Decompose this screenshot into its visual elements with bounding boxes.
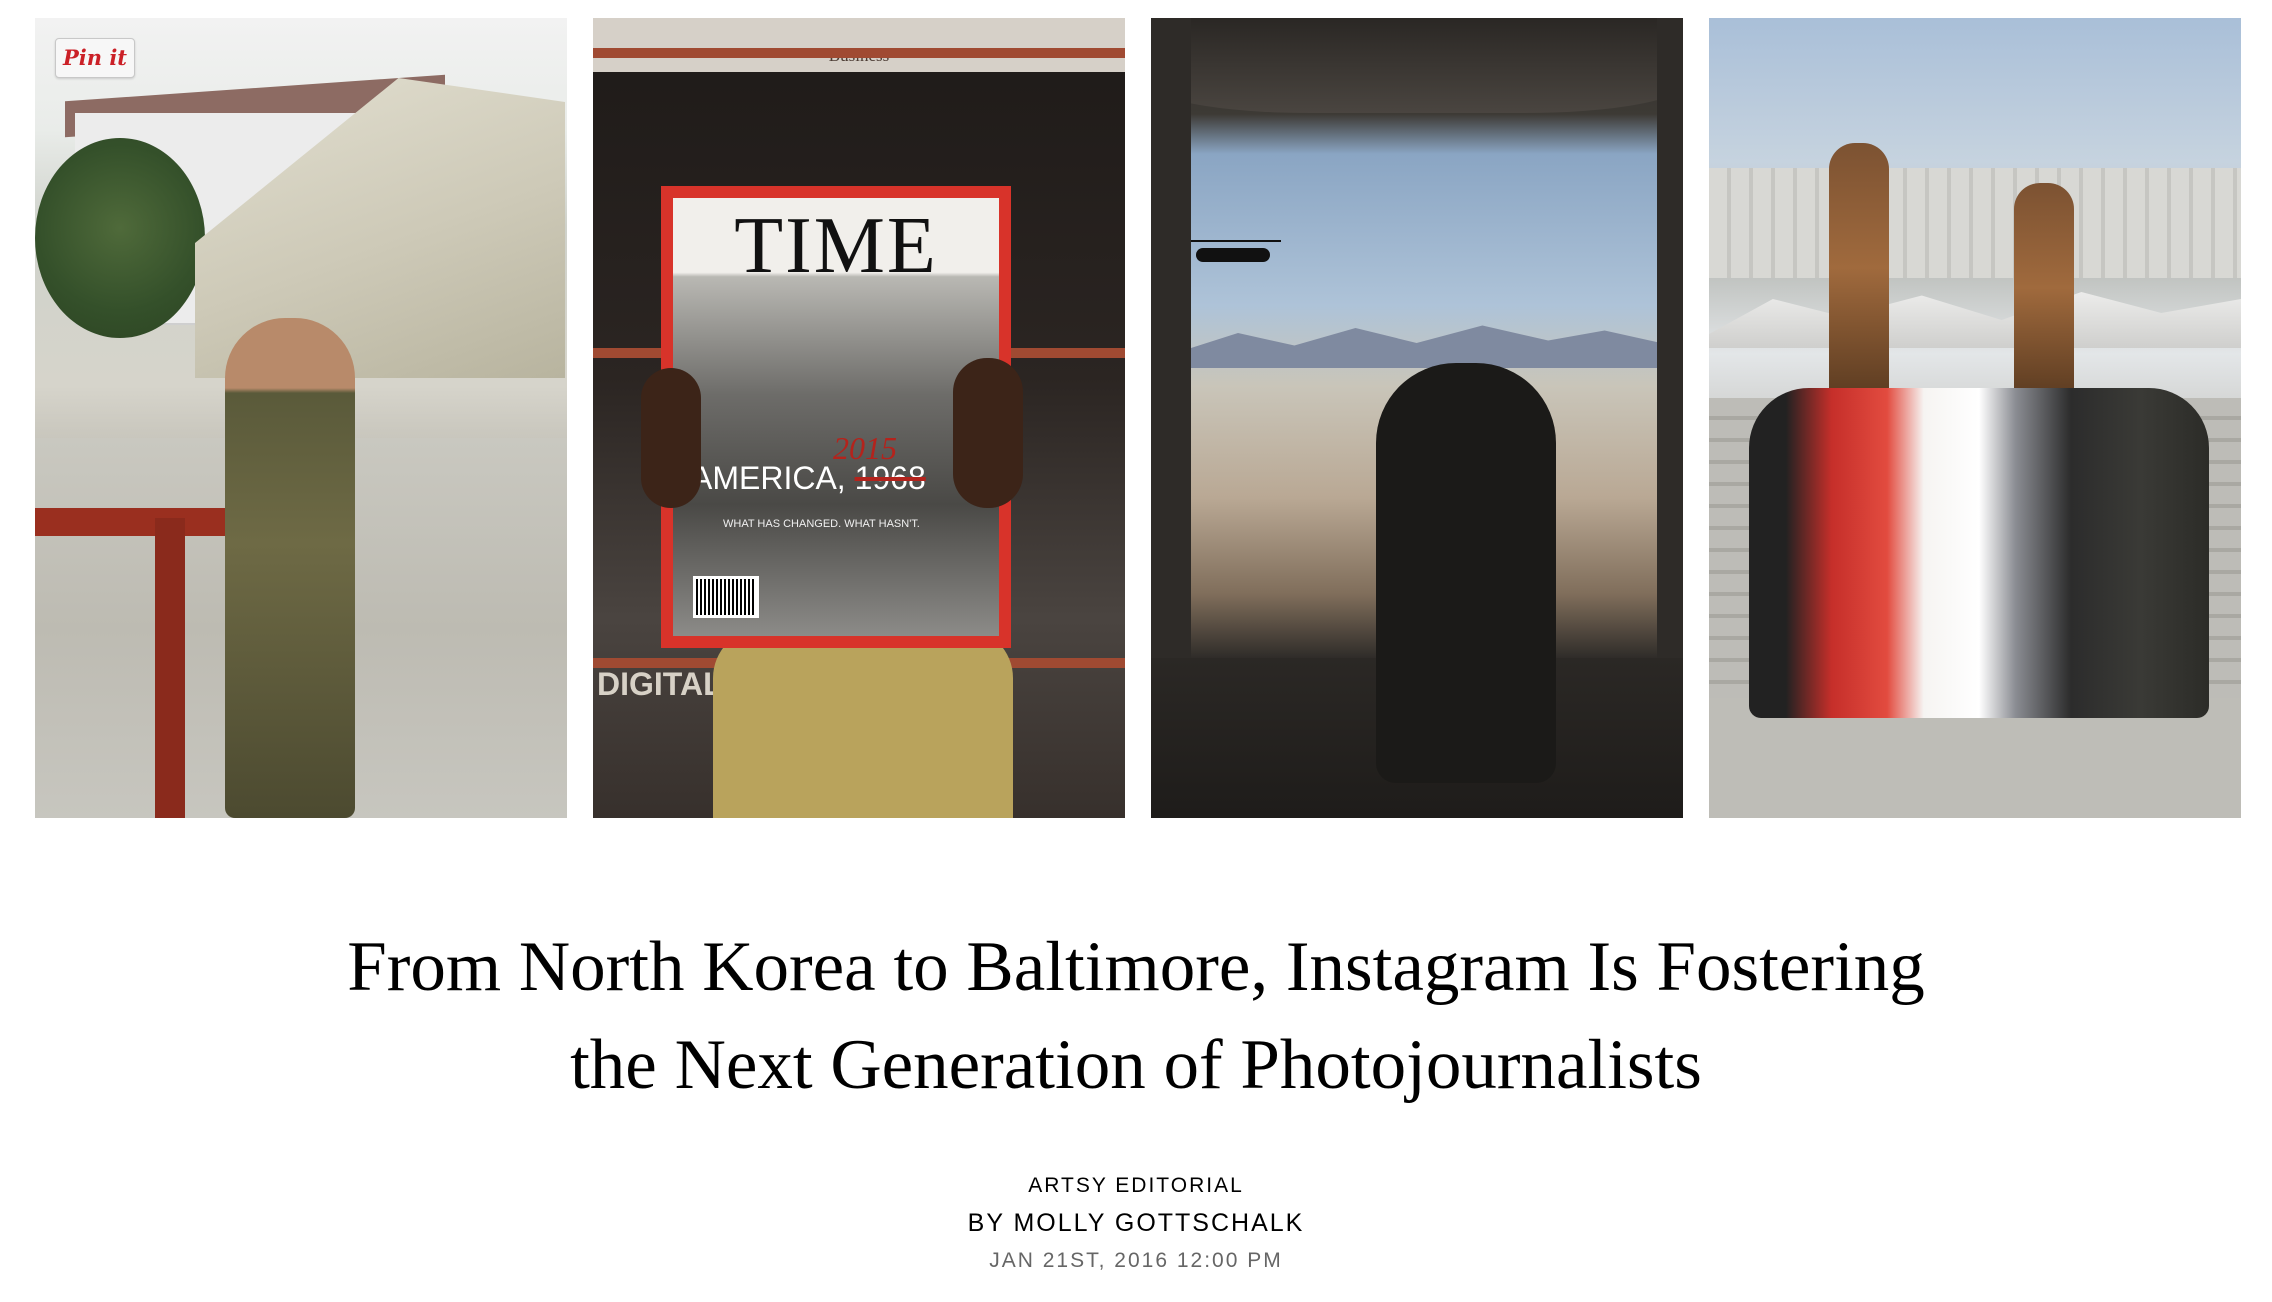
helicopter-rotor <box>1181 240 1281 242</box>
photo-soldier-offering: Pin it <box>35 18 567 818</box>
shelf <box>593 48 1125 58</box>
publish-date: JAN 21ST, 2016 12:00 PM <box>989 1249 1283 1272</box>
bronze-statue <box>1829 143 1889 393</box>
mountains <box>1191 325 1661 368</box>
pin-it-button[interactable]: Pin it <box>55 38 135 78</box>
tree <box>35 138 205 338</box>
article-headline: From North Korea to Baltimore, Instagram… <box>0 918 2272 1114</box>
magazine-headline: AMERICA, 1968 <box>691 460 926 497</box>
shelf-label: Business <box>593 18 1125 72</box>
article-byline: ARTSY EDITORIAL BY MOLLY GOTTSCHALK JAN … <box>0 1168 2272 1280</box>
photo-time-magazine: Business DIGITAL PHOTOGRAPHY TIME 2015 A… <box>593 18 1125 818</box>
wedding-party <box>1749 388 2209 718</box>
hero-image-strip: Pin it Business DIGITAL PHOTOGRAPHY TIME… <box>0 18 2272 818</box>
red-post <box>155 518 185 818</box>
headline-line-1: From North Korea to Baltimore, Instagram… <box>347 928 1925 1006</box>
hand-left <box>641 368 701 508</box>
red-railing <box>35 508 235 536</box>
soldier-figure <box>225 318 355 818</box>
headline-line-2: the Next Generation of Photojournalists <box>570 1026 1702 1104</box>
article-source: ARTSY EDITORIAL <box>1028 1174 1244 1197</box>
magazine-title: TIME <box>734 202 938 290</box>
soldier-silhouette <box>1376 363 1556 783</box>
magazine-photo: TIME 2015 AMERICA, 1968 WHAT HAS CHANGED… <box>673 198 999 636</box>
photo-helicopter-ramp <box>1151 18 1683 818</box>
helicopter <box>1196 248 1270 262</box>
aircraft-ceiling <box>1151 18 1683 113</box>
magazine-subline: WHAT HAS CHANGED. WHAT HASN'T. <box>723 518 920 530</box>
hand-right <box>953 358 1023 508</box>
mountain-mural <box>1709 292 2241 348</box>
author-link[interactable]: BY MOLLY GOTTSCHALK <box>0 1204 2272 1242</box>
magazine-year-old: 1968 <box>854 460 926 496</box>
barcode <box>693 576 759 618</box>
magazine-headline-prefix: AMERICA, <box>691 460 846 496</box>
hall-facade <box>1709 168 2241 278</box>
bronze-statue <box>2014 183 2074 393</box>
shirt <box>713 628 1013 818</box>
photo-wedding-statues <box>1709 18 2241 818</box>
